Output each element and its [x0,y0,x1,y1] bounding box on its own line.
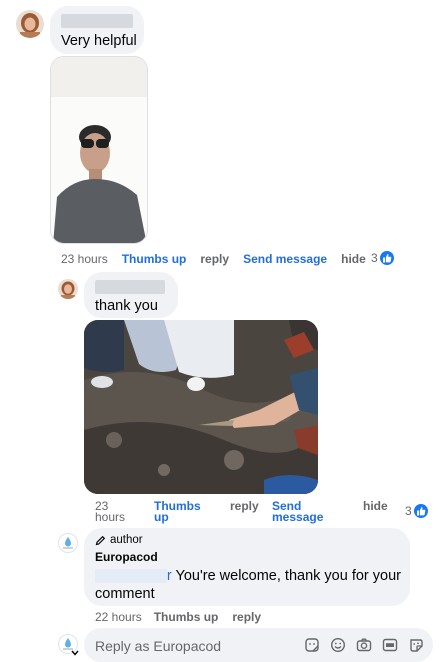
avatar-sticker-icon[interactable] [407,636,425,654]
reply-thumbs-up-button[interactable]: Thumbs up [154,500,201,523]
comment-image[interactable] [50,56,148,244]
composer-account-switcher[interactable] [58,634,80,658]
gif-icon[interactable] [381,636,399,654]
author-reply-button[interactable]: reply [232,610,261,624]
comment-actions: 23 hours Thumbs up reply Send message hi… [61,252,366,266]
sticker-icon[interactable] [303,636,321,654]
author-reply-text: r You're welcome, thank you for your com… [95,568,401,602]
pen-icon [95,535,106,545]
author-reply-bubble: author Europacod r You're welcome, thank… [84,528,410,606]
redacted-commenter-name[interactable] [61,14,133,28]
author-reply-timestamp[interactable]: 22 hours [95,610,142,624]
emoji-icon[interactable] [329,636,347,654]
reply-input[interactable]: Reply as Europacod [95,638,221,654]
reply-commenter-avatar[interactable] [58,279,78,299]
reply-reply-button[interactable]: reply [230,500,259,512]
reply-hide-button[interactable]: hide [363,500,388,512]
hide-button[interactable]: hide [341,252,366,266]
reply-bubble: thank you [84,272,178,318]
comment-timestamp[interactable]: 23 hours [61,252,108,266]
commenter-avatar[interactable] [16,10,44,38]
reply-button[interactable]: reply [200,252,229,266]
author-reply-actions: 22 hours Thumbs up reply [95,610,261,624]
author-badge: author [95,534,143,546]
like-reaction-icon [412,503,429,519]
reply-image[interactable] [84,320,318,494]
reply-timestamp[interactable]: 23 hours [95,500,125,523]
author-name[interactable]: Europacod [95,550,158,564]
redacted-mention[interactable] [95,569,167,583]
reply-reaction-summary[interactable]: 3 [405,503,429,519]
composer-tools [303,636,425,654]
reaction-count: 3 [371,251,378,265]
reply-text: thank you [95,298,158,314]
reaction-summary[interactable]: 3 [371,250,395,266]
comment-text: Very helpful [61,33,137,49]
chevron-down-icon [71,650,79,656]
page-avatar[interactable] [58,533,78,553]
redacted-reply-name[interactable] [95,280,165,294]
like-reaction-icon [378,250,395,266]
thumbs-up-button[interactable]: Thumbs up [122,252,187,266]
reply-composer[interactable]: Reply as Europacod [84,628,433,662]
author-thumbs-up-button[interactable]: Thumbs up [154,610,219,624]
reply-send-message-button[interactable]: Send message [272,500,323,523]
camera-icon[interactable] [355,636,373,654]
send-message-button[interactable]: Send message [243,252,327,266]
comment-bubble: Very helpful [50,6,144,54]
reply-reaction-count: 3 [405,504,412,518]
